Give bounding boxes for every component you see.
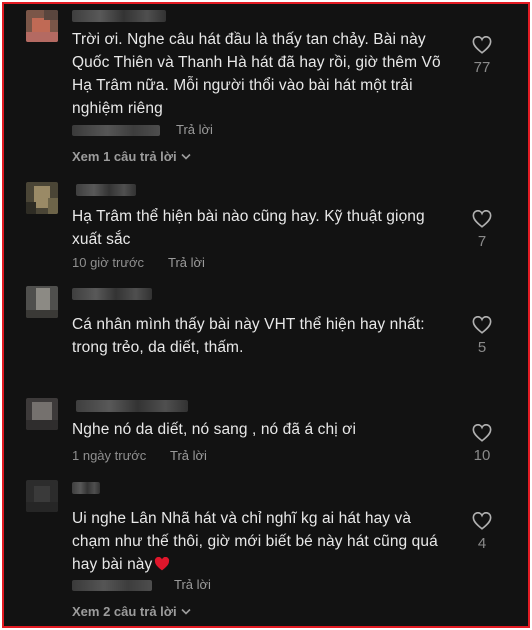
view-replies-label: Xem 2 câu trả lời: [72, 604, 177, 619]
like-count: 5: [477, 339, 487, 356]
heart-outline-icon[interactable]: [472, 512, 492, 530]
username[interactable]: [72, 10, 166, 22]
like-count: 4: [477, 535, 487, 552]
reply-button[interactable]: Trả lời: [170, 448, 207, 463]
reply-button[interactable]: Trả lời: [168, 255, 205, 270]
like-count: 7: [477, 233, 487, 250]
avatar[interactable]: [26, 480, 58, 512]
avatar[interactable]: [26, 10, 58, 42]
timestamp: [72, 125, 160, 136]
heart-outline-icon[interactable]: [472, 424, 492, 442]
heart-outline-icon[interactable]: [472, 210, 492, 228]
avatar[interactable]: [26, 182, 58, 214]
reply-button[interactable]: Trả lời: [176, 122, 213, 137]
heart-outline-icon[interactable]: [472, 316, 492, 334]
username[interactable]: [72, 288, 152, 300]
like-count: 10: [473, 447, 491, 464]
chevron-down-icon: [181, 148, 191, 163]
red-heart-emoji: [154, 555, 170, 578]
like-control: 77: [462, 36, 502, 76]
view-replies-button[interactable]: Xem 2 câu trả lời: [72, 603, 191, 619]
view-replies-label: Xem 1 câu trả lời: [72, 149, 177, 164]
username[interactable]: [72, 482, 100, 494]
username[interactable]: [76, 400, 188, 412]
like-control: 10: [462, 424, 502, 464]
comment-text-content: Ui nghe Lân Nhã hát và chỉ nghĩ kg ai há…: [72, 510, 438, 573]
comments-panel: Trời ơi. Nghe câu hát đầu là thấy tan ch…: [2, 2, 530, 628]
avatar[interactable]: [26, 398, 58, 430]
avatar[interactable]: [26, 286, 58, 318]
reply-button[interactable]: Trả lời: [174, 577, 211, 592]
view-replies-button[interactable]: Xem 1 câu trả lời: [72, 148, 191, 164]
username[interactable]: [76, 184, 136, 196]
like-control: 4: [462, 512, 502, 552]
comment-text: Ui nghe Lân Nhã hát và chỉ nghĩ kg ai há…: [72, 507, 444, 578]
timestamp: 1 ngày trước: [72, 448, 147, 463]
like-control: 5: [462, 316, 502, 356]
comment-text: Hạ Trâm thể hiện bài nào cũng hay. Kỹ th…: [72, 208, 425, 248]
comment-text: Nghe nó da diết, nó sang , nó đã á chị ơ…: [72, 421, 356, 438]
timestamp: 10 giờ trước: [72, 255, 144, 270]
comment-text: Trời ơi. Nghe câu hát đầu là thấy tan ch…: [72, 31, 441, 117]
timestamp: [72, 580, 152, 591]
like-count: 77: [473, 59, 491, 76]
like-control: 7: [462, 210, 502, 250]
chevron-down-icon: [181, 603, 191, 618]
comment-text: Cá nhân mình thấy bài này VHT thể hiện h…: [72, 316, 425, 356]
heart-outline-icon[interactable]: [472, 36, 492, 54]
